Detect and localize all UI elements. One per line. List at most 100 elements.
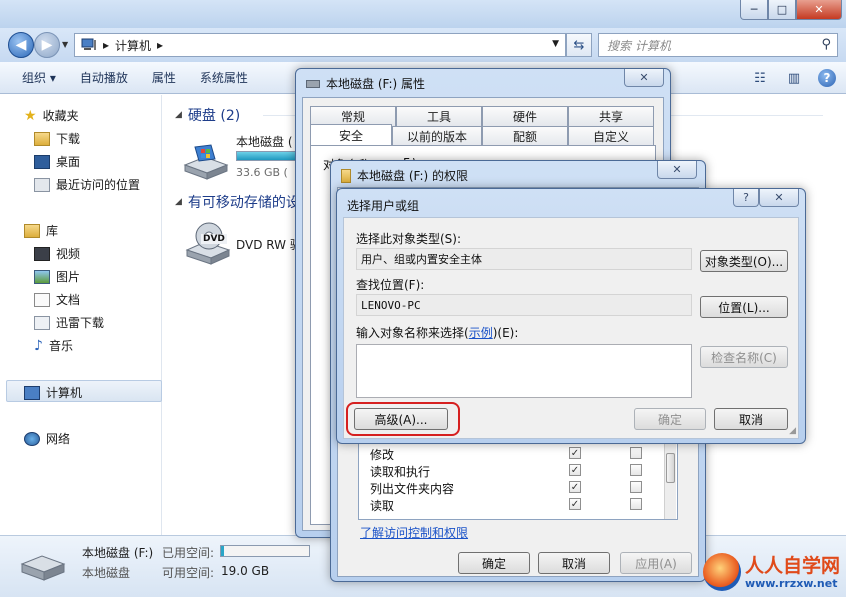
sidebar-favorites[interactable]: ★ 收藏夹 bbox=[24, 107, 79, 124]
perm-allow-checkbox[interactable]: ✓ bbox=[569, 447, 581, 459]
sidebar-item-computer[interactable]: 计算机 bbox=[24, 384, 82, 401]
ok-button[interactable]: 确定 bbox=[634, 408, 706, 430]
select-users-close-button[interactable]: ✕ bbox=[759, 189, 799, 207]
tab-quota[interactable]: 配额 bbox=[482, 126, 568, 146]
perm-deny-checkbox[interactable] bbox=[630, 498, 642, 510]
sidebar-item-music[interactable]: ♪ 音乐 bbox=[34, 337, 73, 354]
sidebar-item-videos[interactable]: 视频 bbox=[34, 245, 80, 262]
object-type-field: 用户、组或内置安全主体 bbox=[356, 248, 692, 270]
group-header-removable[interactable]: ◢ 有可移动存储的设 bbox=[175, 192, 300, 212]
dvd-drive-item[interactable]: DVD DVD RW 驱 bbox=[181, 220, 311, 270]
sidebar-libraries[interactable]: 库 bbox=[24, 222, 58, 239]
minimize-button[interactable]: ─ bbox=[740, 0, 768, 20]
hard-drive-icon bbox=[183, 144, 229, 180]
perm-allow-checkbox[interactable]: ✓ bbox=[569, 464, 581, 476]
collapse-triangle-icon: ◢ bbox=[175, 110, 182, 120]
object-names-input[interactable] bbox=[356, 344, 692, 398]
desktop-icon bbox=[34, 154, 50, 169]
cancel-button[interactable]: 取消 bbox=[714, 408, 788, 430]
dialog-title: 选择用户或组 bbox=[347, 199, 420, 213]
status-free-label: 可用空间: bbox=[162, 566, 215, 580]
object-names-label: 输入对象名称来选择(示例)(E): bbox=[356, 324, 518, 341]
group-header-hdd[interactable]: ◢ 硬盘 (2) bbox=[175, 105, 240, 125]
select-users-body: 选择此对象类型(S): 用户、组或内置安全主体 对象类型(O)... 查找位置(… bbox=[343, 217, 799, 439]
access-control-help-link[interactable]: 了解访问控制和权限 bbox=[360, 524, 468, 541]
watermark-text: 人人自学网 www.rrzxw.net bbox=[745, 555, 840, 590]
organize-menu[interactable]: 组织 ▾ bbox=[0, 69, 68, 86]
tab-general[interactable]: 常规 bbox=[310, 106, 396, 126]
tab-sharing[interactable]: 共享 bbox=[568, 106, 654, 126]
perm-deny-checkbox[interactable] bbox=[630, 464, 642, 476]
explorer-title-bar[interactable]: ─ □ ✕ bbox=[0, 0, 846, 28]
change-view-icon[interactable]: ☷ bbox=[750, 68, 770, 88]
location-field: LENOVO-PC bbox=[356, 294, 692, 316]
properties-close-button[interactable]: ✕ bbox=[624, 69, 664, 87]
breadcrumb-computer[interactable]: 计算机 bbox=[115, 37, 151, 54]
permissions-close-button[interactable]: ✕ bbox=[657, 161, 697, 179]
sidebar-item-thunder-downloads[interactable]: 迅雷下载 bbox=[34, 314, 104, 331]
breadcrumb-separator[interactable]: ▸ bbox=[103, 38, 109, 52]
recent-pages-dropdown[interactable]: ▼ bbox=[62, 40, 68, 49]
sidebar-item-documents[interactable]: 文档 bbox=[34, 291, 80, 308]
autoplay-button[interactable]: 自动播放 bbox=[68, 69, 140, 86]
perm-allow-checkbox[interactable]: ✓ bbox=[569, 498, 581, 510]
tab-security[interactable]: 安全 bbox=[310, 124, 392, 146]
perm-deny-checkbox[interactable] bbox=[630, 447, 642, 459]
sidebar-item-pictures[interactable]: 图片 bbox=[34, 268, 80, 285]
dvd-badge: DVD bbox=[201, 234, 227, 244]
address-bar[interactable]: ▸ 计算机 ▸ ▼ bbox=[74, 33, 566, 57]
object-types-button[interactable]: 对象类型(O)... bbox=[700, 250, 788, 272]
navigation-bar: ◀ ▶ ▼ ▸ 计算机 ▸ ▼ ⇆ 搜索 计算机 ⚲ bbox=[0, 28, 846, 62]
ok-button[interactable]: 确定 bbox=[458, 552, 530, 574]
window-controls: ─ □ ✕ bbox=[740, 0, 842, 20]
perm-deny-checkbox[interactable] bbox=[630, 481, 642, 493]
tab-previous-versions[interactable]: 以前的版本 bbox=[392, 126, 482, 146]
tab-customize[interactable]: 自定义 bbox=[568, 126, 654, 146]
permissions-title-bar[interactable]: 本地磁盘 (F:) 的权限 bbox=[341, 167, 468, 184]
cancel-button[interactable]: 取消 bbox=[538, 552, 610, 574]
search-icon[interactable]: ⚲ bbox=[821, 37, 831, 52]
arrow-right-icon: ▶ bbox=[41, 37, 53, 53]
maximize-button[interactable]: □ bbox=[768, 0, 796, 20]
status-drive-type: 本地磁盘 bbox=[82, 566, 131, 580]
locations-button[interactable]: 位置(L)... bbox=[700, 296, 788, 318]
group-label: 硬盘 (2) bbox=[187, 108, 241, 124]
search-input[interactable]: 搜索 计算机 ⚲ bbox=[598, 33, 838, 57]
object-type-label: 选择此对象类型(S): bbox=[356, 232, 462, 246]
apply-button[interactable]: 应用(A) bbox=[620, 552, 692, 574]
breadcrumb-separator[interactable]: ▸ bbox=[157, 38, 163, 52]
sidebar-label: 文档 bbox=[56, 293, 81, 307]
help-icon[interactable]: ? bbox=[818, 69, 836, 87]
sidebar-label: 视频 bbox=[56, 247, 81, 261]
sidebar-item-network[interactable]: 网络 bbox=[24, 430, 70, 447]
sidebar-item-downloads[interactable]: 下载 bbox=[34, 130, 80, 147]
video-icon bbox=[34, 246, 50, 261]
sidebar-item-recent[interactable]: 最近访问的位置 bbox=[34, 176, 140, 193]
address-dropdown-icon[interactable]: ▼ bbox=[552, 39, 559, 49]
tab-hardware[interactable]: 硬件 bbox=[482, 106, 568, 126]
permissions-scrollbar[interactable] bbox=[664, 439, 676, 519]
advanced-button[interactable]: 高级(A)... bbox=[354, 408, 448, 430]
perm-allow-checkbox[interactable]: ✓ bbox=[569, 481, 581, 493]
check-names-button[interactable]: 检查名称(C) bbox=[700, 346, 788, 368]
close-button[interactable]: ✕ bbox=[796, 0, 842, 20]
resize-grip-icon[interactable]: ◢ bbox=[789, 426, 796, 436]
tab-tools[interactable]: 工具 bbox=[396, 106, 482, 126]
select-users-title-bar[interactable]: 选择用户或组 bbox=[347, 197, 419, 214]
help-button[interactable]: ? bbox=[733, 189, 759, 207]
status-used-bar bbox=[220, 545, 310, 557]
sidebar-item-desktop[interactable]: 桌面 bbox=[34, 153, 80, 170]
properties-title-bar[interactable]: 本地磁盘 (F:) 属性 bbox=[306, 75, 425, 92]
back-button[interactable]: ◀ bbox=[8, 32, 34, 58]
library-icon bbox=[24, 223, 40, 238]
refresh-button[interactable]: ⇆ bbox=[566, 33, 592, 57]
star-icon: ★ bbox=[24, 107, 37, 124]
properties-button[interactable]: 属性 bbox=[140, 69, 188, 86]
system-properties-button[interactable]: 系统属性 bbox=[188, 69, 260, 86]
close-icon: ✕ bbox=[672, 163, 682, 176]
forward-button[interactable]: ▶ bbox=[34, 32, 60, 58]
examples-link[interactable]: 示例 bbox=[469, 326, 493, 340]
drive-f-item[interactable]: 本地磁盘 ( 33.6 GB ( bbox=[181, 133, 306, 185]
sidebar-label: 下载 bbox=[56, 132, 81, 146]
preview-pane-icon[interactable]: ▥ bbox=[784, 68, 804, 88]
